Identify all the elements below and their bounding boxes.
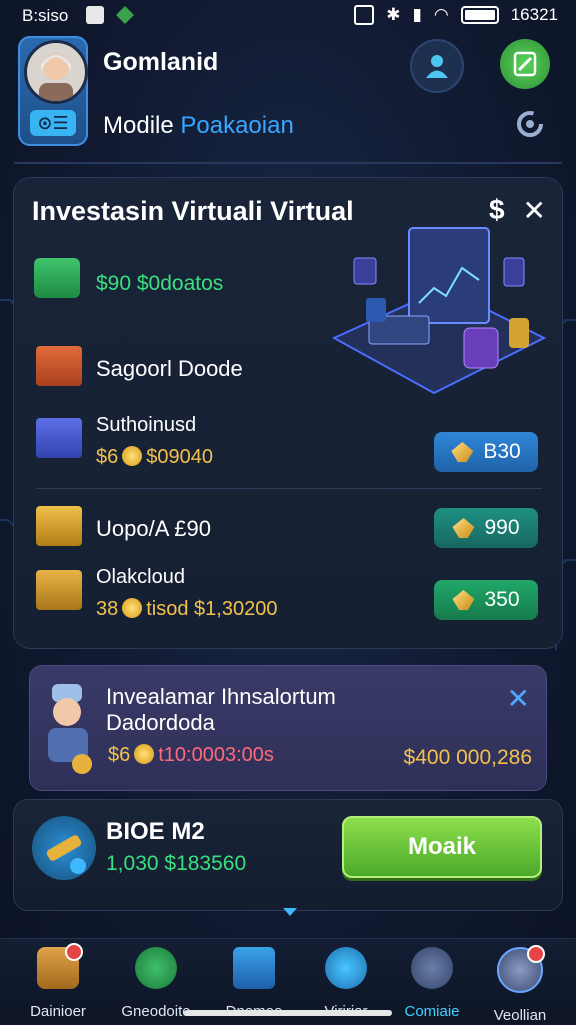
row-label-3: Suthoinusd xyxy=(96,414,197,436)
coin-icon xyxy=(134,744,155,764)
notification-badge xyxy=(65,943,83,961)
amount-lead: $6 xyxy=(108,744,131,766)
nav-item-4[interactable]: Comiaie xyxy=(384,947,480,1025)
nav-label: Dainioer xyxy=(30,1003,86,1020)
amount-lead: 38 xyxy=(96,598,119,620)
server-illustration xyxy=(331,227,547,395)
row-label-4: Uopo/A £90 xyxy=(96,516,211,541)
nav-item-0[interactable]: Dainioer xyxy=(10,943,106,1025)
coin-icon xyxy=(122,446,143,466)
wallet-icon: ⊙☰ xyxy=(30,110,76,136)
card-title: Investasin Virtuali Virtual xyxy=(32,196,354,226)
header-divider xyxy=(14,162,562,164)
app-notification-icon xyxy=(86,6,104,24)
home-icon xyxy=(37,943,83,989)
notice-amount: $6 t10:0003:00s xyxy=(108,744,274,767)
amount-rest: t10:0003:00s xyxy=(158,744,274,766)
city-icon xyxy=(411,947,453,989)
pencil-icon xyxy=(513,51,537,77)
profile-button[interactable] xyxy=(410,39,464,93)
subtitle-accent: Poakaoian xyxy=(180,112,294,139)
gem-icon xyxy=(451,442,474,462)
notice-title: Invealamar Ihnsalortum xyxy=(106,684,336,709)
gold-bars-icon xyxy=(36,506,82,546)
gem-icon xyxy=(452,590,475,610)
cta-button[interactable]: Moaik xyxy=(342,816,542,878)
status-time: B:siso xyxy=(22,6,69,25)
buy-button-5[interactable]: 350 xyxy=(434,580,538,620)
row-amount-3: $6 $09040 xyxy=(96,446,213,469)
bottom-title: BIOE M2 xyxy=(106,818,205,845)
bluetooth-icon: ✱ xyxy=(386,5,401,24)
notice-total: $400 000,286 xyxy=(403,746,532,769)
edit-button[interactable] xyxy=(500,39,550,89)
amount-rest: $09040 xyxy=(146,446,213,468)
clock-icon xyxy=(135,947,177,989)
screenshot-icon xyxy=(354,5,375,25)
cash-icon xyxy=(34,258,80,298)
row-price: $90 $0doatos xyxy=(96,272,224,295)
game-notification-icon xyxy=(116,6,134,24)
investment-card: Investasin Virtuali Virtual $ ✕ $90 $0do… xyxy=(14,178,562,648)
nav-label: Veollian xyxy=(493,1007,547,1024)
box-icon xyxy=(36,346,82,386)
amount-lead: $6 xyxy=(96,446,119,468)
gem-icon xyxy=(452,518,475,538)
notification-card[interactable]: Invealamar Ihnsalortum Dadordoda $6 t10:0… xyxy=(30,666,546,790)
buy-button-label: B30 xyxy=(483,440,521,463)
refresh-icon xyxy=(517,111,543,137)
header: ⊙☰ Gomlanid Modile Poakaoian xyxy=(0,32,576,162)
bottom-value: 1,030 $183560 xyxy=(106,852,247,875)
user-icon xyxy=(426,55,448,78)
treasure-icon xyxy=(36,570,82,610)
signal-icon: ▮ xyxy=(412,5,422,24)
subtitle: Modile Poakaoian xyxy=(103,112,294,140)
chart-icon xyxy=(233,947,275,989)
nav-label: Comiaie xyxy=(404,1003,460,1020)
status-indicators: ✱ ▮ ◠ 16321 xyxy=(354,5,558,25)
page-indicator xyxy=(283,908,297,916)
wifi-icon: ◠ xyxy=(433,5,449,24)
layers-icon xyxy=(36,418,82,458)
wrench-icon xyxy=(32,816,96,880)
status-clock: 16321 xyxy=(510,5,558,24)
row-label-2: Sagoorl Doode xyxy=(96,356,243,381)
row-amount-5: 38 tisod $1,30200 xyxy=(96,598,277,621)
row-divider xyxy=(36,488,542,489)
notification-badge xyxy=(527,945,545,963)
profile-card[interactable]: ⊙☰ xyxy=(18,36,88,146)
buy-button-label: 350 xyxy=(484,588,520,611)
battery-icon xyxy=(460,6,499,24)
coin-icon xyxy=(122,598,143,618)
amount-rest: tisod $1,30200 xyxy=(146,598,278,620)
status-bar: B:siso ✱ ▮ ◠ 16321 xyxy=(0,0,576,32)
notice-close-button[interactable]: ✕ xyxy=(507,682,530,715)
profile-icon xyxy=(497,945,545,993)
subtitle-lead: Modile xyxy=(103,112,174,139)
user-name: Gomlanid xyxy=(103,48,219,76)
buy-button-4[interactable]: 990 xyxy=(434,508,538,548)
home-indicator[interactable] xyxy=(184,1010,392,1016)
worker-avatar xyxy=(48,684,92,774)
notice-subtitle: Dadordoda xyxy=(106,710,215,735)
avatar xyxy=(24,40,88,104)
buy-button-label: 990 xyxy=(484,516,520,539)
refresh-button[interactable] xyxy=(510,104,550,144)
row-label-5: Olakcloud xyxy=(96,566,185,588)
dollar-icon xyxy=(325,947,367,989)
bottom-panel: BIOE M2 1,030 $183560 Moaik xyxy=(14,800,562,910)
nav-item-5[interactable]: Veollian xyxy=(472,945,568,1025)
buy-button-3[interactable]: B30 xyxy=(434,432,538,472)
